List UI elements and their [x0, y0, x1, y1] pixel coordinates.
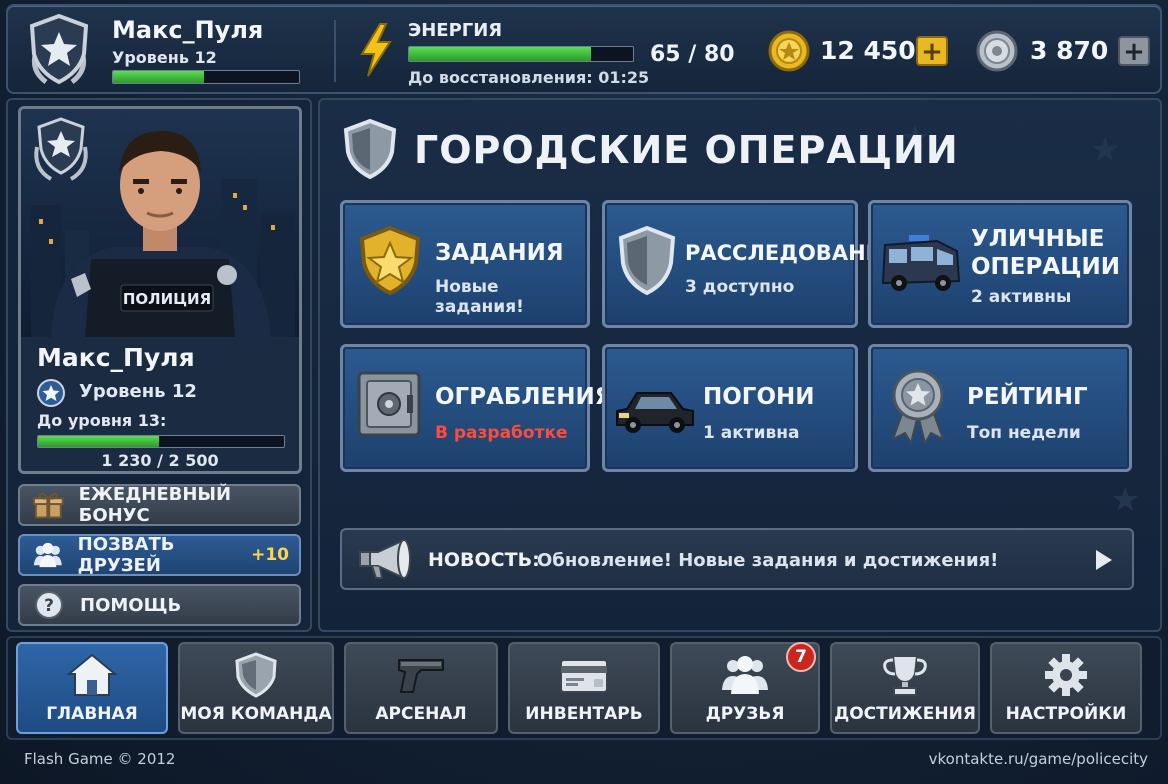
tile-subtitle: Новые задания!	[435, 277, 524, 317]
gift-icon	[32, 492, 64, 519]
tile-title: ЗАДАНИЯ	[435, 240, 564, 266]
silver-amount: 3 870	[1030, 36, 1109, 65]
decor-star: ★	[1110, 480, 1141, 520]
invite-reward: +10	[251, 545, 289, 565]
level-star-icon	[37, 379, 65, 407]
divider	[334, 20, 336, 82]
profile-card: ПОЛИЦИЯ Макс_Пуля Уровень 12 До уровня 1…	[18, 106, 302, 474]
safe-icon	[357, 371, 421, 437]
gold-badge-icon	[359, 225, 421, 296]
next-level-label: До уровня 13:	[37, 411, 167, 430]
tile-subtitle: Топ недели	[967, 423, 1081, 443]
nav-label: МОЯ КОМАНДА	[180, 704, 332, 724]
play-arrow-icon[interactable]	[1094, 548, 1114, 572]
daily-bonus-button[interactable]: ЕЖЕДНЕВНЫЙ БОНУС	[18, 484, 301, 526]
officer-portrait: ПОЛИЦИЯ	[21, 109, 299, 337]
energy-bar	[408, 46, 634, 62]
pistol-icon	[398, 659, 444, 693]
silver-coin-icon	[976, 30, 1018, 72]
nav-my-team[interactable]: МОЯ КОМАНДА	[178, 642, 334, 734]
nav-label: АРСЕНАЛ	[375, 704, 467, 724]
friends-icon	[722, 656, 768, 694]
player-name: Макс_Пуля	[112, 16, 264, 44]
xp-progress-bar	[37, 435, 285, 448]
section-title: ГОРОДСКИЕ ОПЕРАЦИИ	[414, 128, 959, 172]
nav-settings[interactable]: НАСТРОЙКИ	[990, 642, 1142, 734]
tile-street-operations[interactable]: УЛИЧНЫЕ ОПЕРАЦИИ 2 активны	[868, 200, 1132, 328]
gold-coin-icon	[768, 30, 810, 72]
invite-friends-label: ПОЗВАТЬ ДРУЗЕЙ	[77, 534, 175, 576]
energy-label: ЭНЕРГИЯ	[408, 20, 503, 41]
buy-silver-button[interactable]: +	[1118, 36, 1150, 66]
tile-subtitle: 2 активны	[971, 287, 1072, 307]
police-van-icon	[881, 235, 961, 291]
tile-subtitle: 1 активна	[703, 423, 800, 443]
card-icon	[560, 659, 608, 693]
help-button[interactable]: ? ПОМОЩЬ	[18, 584, 301, 626]
medal-icon	[891, 369, 945, 445]
footer-url[interactable]: vkontakte.ru/game/policecity	[929, 750, 1148, 768]
nav-label: ИНВЕНТАРЬ	[525, 704, 643, 724]
shield-icon	[343, 118, 397, 180]
people-icon	[33, 542, 62, 568]
nav-label: НАСТРОЙКИ	[1005, 704, 1127, 724]
player-level: Уровень 12	[112, 48, 217, 67]
footer-copyright: Flash Game © 2012	[24, 750, 176, 768]
buy-gold-button[interactable]: +	[916, 36, 948, 66]
tile-title: УЛИЧНЫЕ ОПЕРАЦИИ	[971, 226, 1121, 280]
nav-label: ДРУЗЬЯ	[705, 704, 785, 724]
nav-inventory[interactable]: ИНВЕНТАРЬ	[508, 642, 660, 734]
megaphone-icon	[359, 538, 411, 580]
tile-rating[interactable]: РЕЙТИНГ Топ недели	[868, 344, 1132, 472]
tile-investigations[interactable]: РАССЛЕДОВАНИЯ 3 доступно	[602, 200, 899, 328]
friends-notification-badge: 7	[786, 642, 816, 672]
tile-robberies[interactable]: ОГРАБЛЕНИЯ В разработке	[340, 344, 612, 472]
rank-badge-icon	[29, 13, 89, 85]
news-banner[interactable]: НОВОСТЬ: Обновление! Новые задания и дос…	[340, 528, 1134, 590]
top-bar: Макс_Пуля Уровень 12 ЭНЕРГИЯ 65 / 80 До …	[6, 4, 1162, 94]
tile-subtitle: В разработке	[435, 423, 568, 443]
energy-value: 65 / 80	[650, 42, 735, 67]
shield-icon	[235, 652, 277, 698]
invite-friends-button[interactable]: ПОЗВАТЬ ДРУЗЕЙ +10	[18, 534, 301, 576]
car-icon	[616, 392, 694, 433]
help-icon: ?	[35, 591, 63, 619]
svg-text:?: ?	[44, 596, 54, 616]
home-icon	[66, 653, 118, 696]
nav-label: ДОСТИЖЕНИЯ	[834, 704, 976, 724]
tile-subtitle: 3 доступно	[685, 277, 795, 297]
decor-star: ★	[1090, 130, 1121, 170]
tile-title: РЕЙТИНГ	[967, 384, 1088, 410]
xp-value: 1 230 / 2 500	[101, 451, 219, 470]
lightning-icon	[360, 23, 392, 77]
nav-home[interactable]: ГЛАВНАЯ	[16, 642, 168, 734]
level-progress-bar	[112, 70, 300, 84]
daily-bonus-label: ЕЖЕДНЕВНЫЙ БОНУС	[78, 484, 232, 526]
news-text: Обновление! Новые задания и достижения!	[537, 550, 999, 571]
nav-achievements[interactable]: ДОСТИЖЕНИЯ	[830, 642, 980, 734]
trophy-icon	[883, 655, 927, 696]
nav-label: ГЛАВНАЯ	[46, 704, 138, 724]
gold-amount: 12 450	[820, 36, 916, 65]
help-label: ПОМОЩЬ	[80, 594, 182, 616]
tile-missions[interactable]: ЗАДАНИЯ Новые задания!	[340, 200, 590, 328]
energy-restore-timer: До восстановления: 01:25	[408, 68, 650, 87]
tile-title: ПОГОНИ	[703, 384, 815, 410]
game-window: Макс_Пуля Уровень 12 ЭНЕРГИЯ 65 / 80 До …	[0, 0, 1168, 784]
shield-icon	[618, 225, 676, 296]
nav-arsenal[interactable]: АРСЕНАЛ	[344, 642, 498, 734]
profile-level: Уровень 12	[79, 381, 197, 402]
tile-title: ОГРАБЛЕНИЯ	[435, 384, 613, 410]
news-label: НОВОСТЬ:	[428, 549, 540, 571]
tile-chases[interactable]: ПОГОНИ 1 активна	[602, 344, 858, 472]
vest-label: ПОЛИЦИЯ	[123, 290, 211, 308]
gear-icon	[1045, 654, 1087, 696]
profile-name: Макс_Пуля	[37, 343, 195, 372]
